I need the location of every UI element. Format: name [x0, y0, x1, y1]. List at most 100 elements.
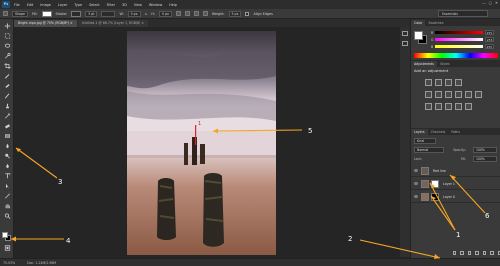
- menu-image[interactable]: Image: [40, 3, 51, 7]
- zoom-level[interactable]: 75.03%: [3, 261, 15, 265]
- menu-type[interactable]: Type: [74, 3, 82, 7]
- stroke-width-field[interactable]: 3 pt: [85, 10, 98, 17]
- red-slider[interactable]: [435, 31, 484, 34]
- posterize-icon[interactable]: [435, 103, 442, 110]
- history-brush-tool-icon[interactable]: [3, 113, 11, 119]
- minimize-button[interactable]: —: [482, 1, 486, 5]
- kind-filter-select[interactable]: Kind: [414, 138, 436, 144]
- close-button[interactable]: ✕: [495, 1, 498, 5]
- new-layer-icon[interactable]: [490, 250, 494, 255]
- layer-name[interactable]: Layer 1: [443, 182, 455, 186]
- properties-panel-icon[interactable]: [402, 41, 408, 46]
- selective-color-icon[interactable]: [465, 103, 472, 110]
- path-operations-icon[interactable]: [175, 11, 181, 16]
- color-spectrum[interactable]: [414, 53, 498, 58]
- eraser-tool-icon[interactable]: [3, 123, 11, 129]
- color-balance-icon[interactable]: [445, 91, 452, 98]
- green-slider[interactable]: [435, 38, 484, 41]
- menu-view[interactable]: View: [134, 3, 142, 7]
- layer-row-layer-0[interactable]: Layer 0: [411, 191, 500, 203]
- menu-file[interactable]: File: [14, 3, 20, 7]
- line-tool-icon[interactable]: [3, 193, 11, 199]
- exposure-icon[interactable]: [455, 79, 462, 86]
- stroke-type-select[interactable]: [101, 10, 116, 17]
- gradient-tool-icon[interactable]: [3, 133, 11, 139]
- invert-icon[interactable]: [425, 103, 432, 110]
- hue-saturation-icon[interactable]: [435, 91, 442, 98]
- eye-icon[interactable]: [414, 169, 418, 172]
- layer-mask-thumbnail[interactable]: [431, 180, 439, 188]
- menu-select[interactable]: Select: [89, 3, 99, 7]
- shape-mode-select[interactable]: Shape: [12, 10, 28, 17]
- pen-tool-icon[interactable]: [3, 163, 11, 169]
- eye-icon[interactable]: [414, 195, 418, 198]
- maximize-button[interactable]: ▢: [489, 1, 492, 5]
- dodge-tool-icon[interactable]: [3, 153, 11, 159]
- add-mask-icon[interactable]: [467, 250, 472, 255]
- workspace-select[interactable]: Essentials: [438, 10, 488, 17]
- green-slider-row[interactable]: G 255: [431, 37, 497, 42]
- black-white-icon[interactable]: [455, 91, 462, 98]
- add-style-icon[interactable]: [460, 250, 464, 255]
- brightness-contrast-icon[interactable]: [425, 79, 432, 86]
- tab-untitled-1[interactable]: Untitled-1 @ 66.7% (Layer 1, RGB/8) ×: [77, 20, 148, 27]
- quick-selection-tool-icon[interactable]: [3, 53, 11, 59]
- new-group-icon[interactable]: [482, 250, 487, 255]
- document-photo[interactable]: [127, 31, 276, 255]
- threshold-icon[interactable]: [445, 103, 452, 110]
- blue-value[interactable]: 255: [485, 44, 495, 49]
- levels-icon[interactable]: [435, 79, 442, 86]
- menu-help[interactable]: Help: [169, 3, 177, 7]
- align-edges-checkbox[interactable]: [245, 11, 250, 16]
- eye-icon[interactable]: [414, 182, 418, 185]
- crop-tool-icon[interactable]: [3, 63, 11, 69]
- red-value[interactable]: 255: [485, 30, 495, 35]
- type-tool-icon[interactable]: [3, 173, 11, 179]
- healing-brush-tool-icon[interactable]: [3, 83, 11, 89]
- blur-tool-icon[interactable]: [3, 143, 11, 149]
- menu-layer[interactable]: Layer: [58, 3, 67, 7]
- path-selection-tool-icon[interactable]: [3, 183, 11, 189]
- curves-icon[interactable]: [445, 79, 452, 86]
- marquee-tool-icon[interactable]: [3, 33, 11, 39]
- gradient-map-icon[interactable]: [455, 103, 462, 110]
- lasso-tool-icon[interactable]: [3, 43, 11, 49]
- foreground-color-swatch[interactable]: [2, 232, 8, 238]
- blend-mode-select[interactable]: Normal: [414, 147, 444, 153]
- eyedropper-tool-icon[interactable]: [3, 73, 11, 79]
- stroke-swatch[interactable]: [71, 10, 82, 17]
- green-value[interactable]: 255: [485, 37, 495, 42]
- quick-mask-icon[interactable]: [3, 245, 11, 251]
- hand-tool-icon[interactable]: [3, 203, 11, 209]
- fill-field[interactable]: 100%: [473, 156, 497, 162]
- zoom-tool-icon[interactable]: [3, 213, 11, 219]
- path-alignment-icon[interactable]: [184, 11, 190, 16]
- menu-3d[interactable]: 3D: [122, 3, 127, 7]
- opacity-field[interactable]: 100%: [473, 147, 497, 153]
- move-tool-icon[interactable]: [3, 23, 11, 29]
- photo-filter-icon[interactable]: [465, 91, 472, 98]
- tab-bright-mpo[interactable]: Bright.mpo.jpg @ 75% (RGB/8*) ×: [14, 20, 77, 27]
- width-field[interactable]: 0 px: [127, 10, 141, 17]
- canvas-area[interactable]: [14, 27, 410, 258]
- layer-row-layer-1[interactable]: Layer 1: [411, 178, 500, 190]
- height-field[interactable]: 0 px: [158, 10, 172, 17]
- layer-name[interactable]: Layer 0: [443, 195, 455, 199]
- link-layers-icon[interactable]: [453, 250, 457, 255]
- history-panel-icon[interactable]: [402, 31, 408, 36]
- blue-slider-row[interactable]: B 255: [431, 44, 497, 49]
- vibrance-icon[interactable]: [425, 91, 432, 98]
- weight-field[interactable]: 5 px: [228, 10, 242, 17]
- gear-icon[interactable]: [202, 11, 208, 16]
- menu-filter[interactable]: Filter: [107, 3, 115, 7]
- menu-window[interactable]: Window: [149, 3, 162, 7]
- new-adjustment-icon[interactable]: [475, 250, 479, 255]
- link-icon[interactable]: ∞: [145, 12, 148, 16]
- brush-tool-icon[interactable]: [3, 93, 11, 99]
- fill-swatch[interactable]: [41, 10, 52, 17]
- panel-foreground-swatch[interactable]: [414, 31, 423, 40]
- menu-edit[interactable]: Edit: [27, 3, 34, 7]
- path-arrangement-icon[interactable]: [193, 11, 199, 16]
- layer-mask-thumbnail[interactable]: [431, 193, 439, 201]
- red-slider-row[interactable]: R 255: [431, 30, 497, 35]
